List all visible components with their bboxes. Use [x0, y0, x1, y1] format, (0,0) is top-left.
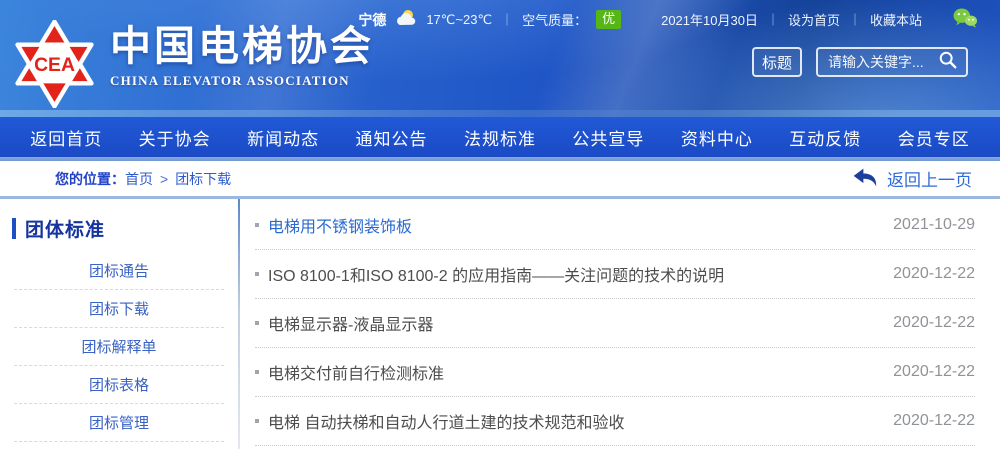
- sidebar-item-management[interactable]: 团标管理: [14, 404, 224, 442]
- logo-text: CEA: [34, 54, 75, 76]
- sidebar-item-interpretation[interactable]: 团标解释单: [14, 328, 224, 366]
- main-nav: 返回首页 关于协会 新闻动态 通知公告 法规标准 公共宣导 资料中心 互动反馈 …: [0, 117, 1000, 157]
- weather-icon: [395, 8, 417, 31]
- air-quality-badge: 优: [596, 10, 621, 29]
- sidebar-item-label[interactable]: 团标管理: [89, 412, 149, 433]
- header-banner: 宁德 17℃~23℃ ｜ 空气质量： 优 2021年10月30日 ｜ 设为首页 …: [0, 0, 1000, 117]
- nav-item-home[interactable]: 返回首页: [30, 125, 102, 150]
- breadcrumb-home-link[interactable]: 首页: [125, 169, 153, 189]
- content-area: 团体标准 团标通告 团标下载 团标解释单 团标表格 团标管理 电梯用不锈钢装饰板…: [0, 199, 1000, 449]
- nav-item-members[interactable]: 会员专区: [898, 125, 970, 150]
- bullet-icon: [255, 321, 259, 325]
- nav-item-regulations[interactable]: 法规标准: [464, 125, 536, 150]
- brand-block: 中国电梯协会 CHINA ELEVATOR ASSOCIATION: [110, 24, 374, 89]
- article-date: 2020-12-22: [873, 314, 975, 332]
- nav-item-publicity[interactable]: 公共宣导: [572, 125, 644, 150]
- bullet-icon: [255, 419, 259, 423]
- cea-logo[interactable]: CEA: [10, 20, 99, 108]
- article-link[interactable]: 电梯显示器-液晶显示器: [268, 311, 433, 335]
- back-button[interactable]: 返回上一页: [852, 166, 972, 191]
- search-button[interactable]: [936, 50, 960, 74]
- bullet-icon: [255, 223, 259, 227]
- sidebar-menu: 团标通告 团标下载 团标解释单 团标表格 团标管理: [0, 252, 238, 442]
- breadcrumb-separator: >: [160, 171, 168, 187]
- sidebar-title-text: 团体标准: [25, 215, 105, 242]
- nav-item-news[interactable]: 新闻动态: [247, 125, 319, 150]
- search-bar: 标题: [752, 47, 968, 77]
- list-item: 电梯用不锈钢装饰板 2021-10-29: [255, 201, 975, 250]
- topbar-temperature: 17℃~23℃: [426, 12, 492, 28]
- list-item: 电梯 自动扶梯和自动人行道土建的技术规范和验收 2020-12-22: [255, 397, 975, 446]
- article-link[interactable]: 电梯 自动扶梯和自动人行道土建的技术规范和验收: [268, 409, 624, 433]
- breadcrumb-current: 团标下载: [175, 169, 231, 189]
- topbar: 宁德 17℃~23℃ ｜ 空气质量： 优 2021年10月30日 ｜ 设为首页 …: [358, 7, 978, 32]
- sidebar: 团体标准 团标通告 团标下载 团标解释单 团标表格 团标管理: [0, 199, 238, 449]
- article-date: 2021-10-29: [873, 216, 975, 234]
- nav-item-about[interactable]: 关于协会: [139, 125, 211, 150]
- back-arrow-icon: [852, 167, 878, 191]
- article-link[interactable]: 电梯交付前自行检测标准: [268, 360, 444, 384]
- topbar-separator: ｜: [849, 11, 861, 28]
- add-favorite-link[interactable]: 收藏本站: [870, 10, 922, 29]
- search-category-button[interactable]: 标题: [752, 47, 802, 77]
- list-item: 电梯显示器-液晶显示器 2020-12-22: [255, 299, 975, 348]
- list-item: 电梯交付前自行检测标准 2020-12-22: [255, 348, 975, 397]
- sidebar-item-label[interactable]: 团标表格: [89, 374, 149, 395]
- nav-item-feedback[interactable]: 互动反馈: [789, 125, 861, 150]
- article-date: 2020-12-22: [873, 412, 975, 430]
- article-date: 2020-12-22: [873, 265, 975, 283]
- title-bar-icon: [12, 218, 16, 239]
- bullet-icon: [255, 272, 259, 276]
- sidebar-item-label[interactable]: 团标下载: [89, 298, 149, 319]
- breadcrumb-label: 您的位置：: [55, 169, 125, 189]
- site-title: 中国电梯协会: [110, 24, 374, 69]
- topbar-separator: ｜: [501, 11, 513, 28]
- magnifier-icon: [938, 50, 958, 75]
- sidebar-item-label[interactable]: 团标解释单: [81, 336, 156, 357]
- site-subtitle: CHINA ELEVATOR ASSOCIATION: [110, 73, 374, 89]
- bullet-icon: [255, 370, 259, 374]
- search-box: [816, 47, 968, 77]
- nav-item-resources[interactable]: 资料中心: [681, 125, 753, 150]
- air-quality-label: 空气质量：: [522, 10, 587, 29]
- topbar-date: 2021年10月30日: [661, 10, 758, 29]
- sidebar-item-download[interactable]: 团标下载: [14, 290, 224, 328]
- article-link[interactable]: ISO 8100-1和ISO 8100-2 的应用指南——关注问题的技术的说明: [268, 262, 724, 286]
- sidebar-title: 团体标准: [12, 215, 238, 242]
- search-input[interactable]: [828, 54, 936, 70]
- nav-item-notices[interactable]: 通知公告: [356, 125, 428, 150]
- topbar-separator: ｜: [767, 11, 779, 28]
- article-list: 电梯用不锈钢装饰板 2021-10-29 ISO 8100-1和ISO 8100…: [240, 199, 1000, 449]
- article-date: 2020-12-22: [873, 363, 975, 381]
- sidebar-item-forms[interactable]: 团标表格: [14, 366, 224, 404]
- article-link[interactable]: 电梯用不锈钢装饰板: [268, 213, 412, 237]
- back-label: 返回上一页: [887, 166, 972, 191]
- list-item: ISO 8100-1和ISO 8100-2 的应用指南——关注问题的技术的说明 …: [255, 250, 975, 299]
- breadcrumb: 您的位置： 首页 > 团标下载 返回上一页: [0, 161, 1000, 199]
- sidebar-item-notice[interactable]: 团标通告: [14, 252, 224, 290]
- wechat-icon[interactable]: [952, 7, 978, 32]
- sidebar-item-label[interactable]: 团标通告: [89, 260, 149, 281]
- set-home-link[interactable]: 设为首页: [788, 10, 840, 29]
